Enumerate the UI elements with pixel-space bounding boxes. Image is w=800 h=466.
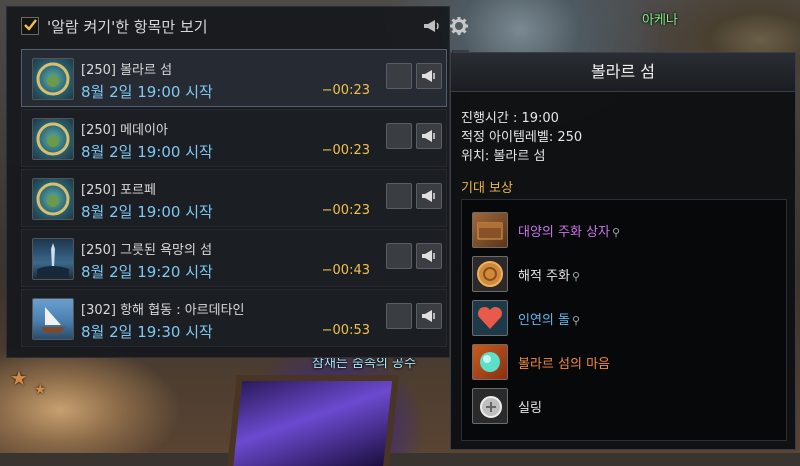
portal-decoration: [227, 375, 399, 466]
reward-name: 해적 주화 ⚲: [518, 269, 581, 284]
reward-name: 볼라르 섬의 마음: [518, 357, 610, 372]
reward-name: 실링: [518, 401, 542, 416]
row-countdown: −00:23: [321, 143, 370, 158]
reward-item: 대양의 주화 상자 ⚲: [472, 212, 772, 248]
row-start-time: 8월 2일 19:00 시작: [81, 203, 213, 221]
tooltip-item-level: 적정 아이템레벨: 250: [461, 130, 583, 145]
megaphone-icon: [422, 190, 435, 202]
schedule-row[interactable]: [302] 항해 협동 : 아르데타인 8월 2일 19:30 시작 −00:5…: [21, 289, 447, 347]
megaphone-icon: [422, 250, 435, 262]
megaphone-icon: [422, 310, 435, 322]
dark-island-icon: [32, 238, 74, 280]
compass-needle-icon: [393, 70, 405, 82]
gear-icon[interactable]: [449, 16, 469, 36]
compass-needle-icon: [393, 250, 405, 262]
reward-item: 볼라르 섬의 마음: [472, 344, 772, 380]
reward-item: 해적 주화 ⚲: [472, 256, 772, 292]
row-countdown: −00:53: [321, 323, 370, 338]
alarm-filter-checkbox[interactable]: [21, 17, 39, 35]
row-title: [250] 그릇된 욕망의 섬: [81, 243, 213, 258]
reward-item: 실링: [472, 388, 772, 424]
silling-icon: [472, 388, 508, 424]
event-tooltip: 볼라르 섬 진행시간 : 19:00 적정 아이템레벨: 250 위치: 볼라르…: [450, 52, 796, 450]
tooltip-duration: 진행시간 : 19:00: [461, 111, 559, 126]
alarm-toggle-button[interactable]: [416, 63, 442, 89]
navigate-button[interactable]: [386, 303, 412, 329]
alarm-toggle-button[interactable]: [416, 243, 442, 269]
navigate-button[interactable]: [386, 123, 412, 149]
row-title: [302] 항해 협동 : 아르데타인: [81, 303, 245, 318]
rewards-list: 대양의 주화 상자 ⚲ 해적 주화 ⚲ 인연의 돌 ⚲ 볼라르 섬의 마음 실링: [461, 199, 787, 441]
alarm-filter-label[interactable]: '알람 켜기'한 항목만 보기: [47, 16, 208, 37]
row-start-time: 8월 2일 19:00 시작: [81, 143, 213, 161]
starfish-decoration: ★: [10, 366, 28, 390]
rewards-header: 기대 보상: [461, 181, 513, 196]
checkmark-icon: [24, 19, 37, 31]
island-compass-icon: [32, 178, 74, 220]
heart-stone-icon: [472, 300, 508, 336]
alarm-toggle-button[interactable]: [416, 123, 442, 149]
row-title: [250] 메데이아: [81, 123, 168, 138]
compass-needle-icon: [393, 130, 405, 142]
row-countdown: −00:23: [321, 83, 370, 98]
island-heart-icon: [472, 344, 508, 380]
compass-needle-icon: [393, 310, 405, 322]
bound-icon: ⚲: [571, 270, 581, 283]
coin-chest-icon: [472, 212, 508, 248]
row-start-time: 8월 2일 19:00 시작: [81, 83, 213, 101]
compass-needle-icon: [393, 190, 405, 202]
megaphone-icon: [422, 130, 435, 142]
alarm-toggle-button[interactable]: [416, 303, 442, 329]
alarm-toggle-button[interactable]: [416, 183, 442, 209]
reward-name: 대양의 주화 상자 ⚲: [518, 225, 621, 240]
row-countdown: −00:43: [321, 263, 370, 278]
row-title: [250] 포르페: [81, 183, 156, 198]
navigate-button[interactable]: [386, 243, 412, 269]
island-compass-icon: [32, 118, 74, 160]
schedule-panel: '알람 켜기'한 항목만 보기 [250] 볼라르 섬 8월 2일 19:00 …: [6, 6, 468, 358]
schedule-row[interactable]: [250] 볼라르 섬 8월 2일 19:00 시작 −00:23: [21, 49, 447, 107]
tooltip-location: 위치: 볼라르 섬: [461, 149, 546, 164]
pirate-coin-icon: [472, 256, 508, 292]
starfish-decoration: ★: [34, 382, 47, 398]
tooltip-title: 볼라르 섬: [451, 53, 795, 92]
bound-icon: ⚲: [571, 314, 581, 327]
reward-item: 인연의 돌 ⚲: [472, 300, 772, 336]
bound-icon: ⚲: [612, 226, 621, 239]
schedule-row[interactable]: [250] 메데이아 8월 2일 19:00 시작 −00:23: [21, 109, 447, 167]
megaphone-icon: [422, 70, 435, 82]
row-countdown: −00:23: [321, 203, 370, 218]
panel-header: '알람 켜기'한 항목만 보기: [7, 7, 468, 43]
location-label: 아케나: [642, 13, 678, 28]
row-title: [250] 볼라르 섬: [81, 63, 173, 78]
ship-icon: [32, 298, 74, 340]
navigate-button[interactable]: [386, 63, 412, 89]
schedule-row[interactable]: [250] 그릇된 욕망의 섬 8월 2일 19:20 시작 −00:43: [21, 229, 447, 287]
row-start-time: 8월 2일 19:20 시작: [81, 263, 213, 281]
reward-name: 인연의 돌 ⚲: [518, 313, 581, 328]
navigate-button[interactable]: [386, 183, 412, 209]
megaphone-icon[interactable]: [421, 16, 441, 36]
row-start-time: 8월 2일 19:30 시작: [81, 323, 213, 341]
island-compass-icon: [32, 58, 74, 100]
schedule-row[interactable]: [250] 포르페 8월 2일 19:00 시작 −00:23: [21, 169, 447, 227]
